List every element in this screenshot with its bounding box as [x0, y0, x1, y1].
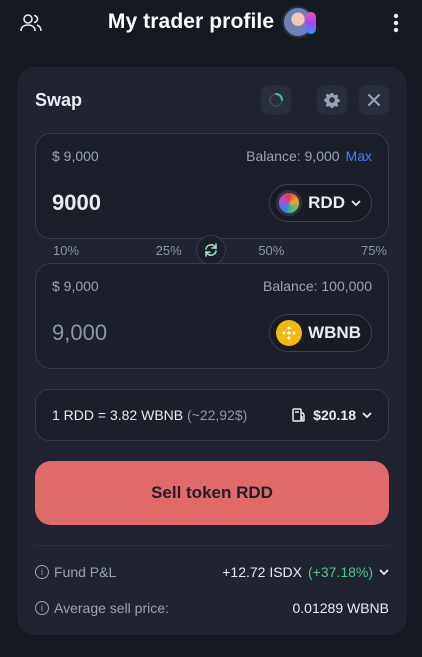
exchange-rate-usd: (~22,92$) — [187, 407, 248, 423]
to-panel: $ 9,000 Balance: 100,000 9,000 WBNB — [35, 263, 389, 369]
exchange-rate: 1 RDD = 3.82 WBNB — [52, 407, 184, 423]
info-icon[interactable]: i — [35, 565, 49, 579]
average-price-label: Average sell price: — [54, 600, 169, 616]
to-amount-input[interactable]: 9,000 — [52, 320, 107, 346]
fund-pl-value: +12.72 ISDX — [222, 564, 303, 580]
percent-25-button[interactable]: 25% — [156, 243, 182, 263]
to-token-label: WBNB — [308, 323, 361, 342]
gas-pump-icon — [292, 408, 305, 422]
refresh-spinner-icon[interactable] — [261, 85, 291, 115]
chevron-down-icon — [362, 411, 372, 418]
top-bar: My trader profile — [0, 0, 422, 44]
close-icon[interactable] — [359, 85, 389, 115]
percent-10-button[interactable]: 10% — [53, 243, 79, 263]
fund-pl-percent: (+37.18%) — [308, 564, 373, 580]
from-amount-input[interactable]: 9000 — [52, 190, 101, 216]
swap-direction-icon[interactable] — [196, 235, 226, 265]
rate-row[interactable]: 1 RDD = 3.82 WBNB (~22,92$) $20.18 — [35, 389, 389, 441]
gas-fee: $20.18 — [313, 407, 356, 423]
average-price-row: i Average sell price: 0.01289 WBNB — [35, 600, 389, 616]
page-title: My trader profile — [107, 10, 275, 33]
percent-75-button[interactable]: 75% — [361, 243, 387, 263]
fund-pl-row: i Fund P&L +12.72 ISDX (+37.18%) — [35, 564, 389, 580]
divider — [35, 545, 389, 546]
percent-50-button[interactable]: 50% — [258, 243, 284, 263]
avatar[interactable] — [282, 6, 317, 38]
chevron-down-icon[interactable] — [379, 568, 389, 576]
from-token-selector[interactable]: RDD — [269, 184, 372, 222]
swap-title: Swap — [35, 89, 83, 110]
to-usd-value: $ 9,000 — [52, 278, 99, 294]
swap-header: Swap — [35, 85, 389, 115]
sell-token-button[interactable]: Sell token RDD — [35, 461, 389, 525]
from-balance: Balance: 9,000 — [246, 148, 340, 164]
chevron-down-icon — [351, 199, 361, 206]
to-token-selector[interactable]: WBNB — [269, 314, 372, 352]
info-icon[interactable]: i — [35, 601, 49, 615]
from-panel: $ 9,000 Balance: 9,000 Max 9000 RDD — [35, 133, 389, 239]
fund-pl-label: Fund P&L — [54, 564, 117, 580]
settings-gear-icon[interactable] — [317, 85, 347, 115]
from-token-label: RDD — [308, 193, 345, 212]
swap-card: Swap $ 9,000 Balance: 9,000 Max 9000 RDD … — [17, 67, 407, 635]
rdd-token-icon — [276, 190, 303, 216]
average-price-value: 0.01289 WBNB — [292, 600, 390, 616]
to-balance: Balance: 100,000 — [263, 278, 372, 294]
from-usd-value: $ 9,000 — [52, 148, 99, 164]
max-button[interactable]: Max — [346, 148, 372, 164]
users-icon[interactable] — [18, 10, 44, 36]
more-vertical-icon[interactable] — [388, 10, 404, 36]
bnb-token-icon — [276, 320, 303, 346]
